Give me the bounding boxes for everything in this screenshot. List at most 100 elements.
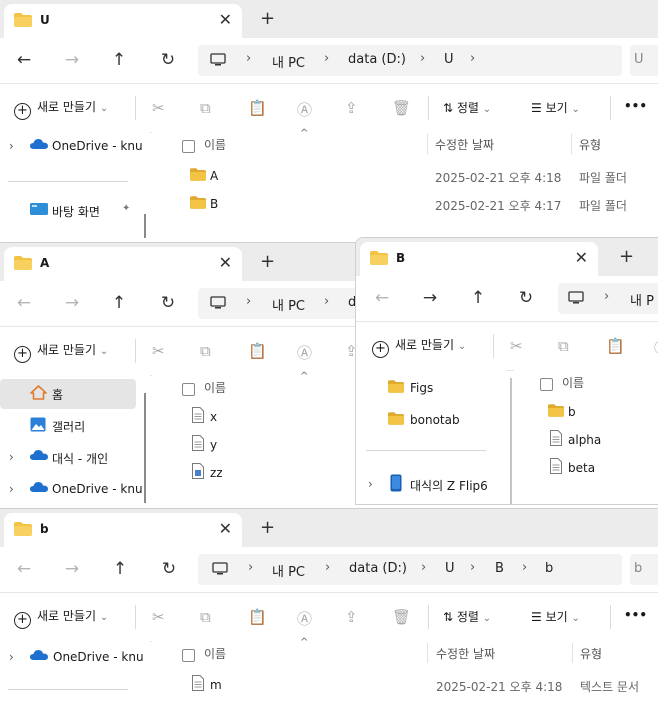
share-icon[interactable]: ⇪ bbox=[345, 608, 358, 626]
view-button[interactable]: ☰ 보기 ⌄ bbox=[531, 99, 580, 116]
column-header-type[interactable]: 유형 bbox=[580, 645, 602, 662]
table-row[interactable]: x bbox=[152, 403, 352, 431]
cut-icon[interactable]: ✂ bbox=[152, 99, 165, 117]
forward-button[interactable]: → bbox=[60, 557, 84, 581]
up-button[interactable]: ↑ bbox=[466, 286, 490, 310]
rename-icon[interactable]: Ⓐ bbox=[654, 337, 658, 358]
column-header-name[interactable]: 이름 bbox=[562, 374, 584, 391]
breadcrumb-this-pc[interactable]: 내 P bbox=[630, 290, 654, 309]
column-divider[interactable] bbox=[571, 134, 572, 154]
sidebar-item-personal-onedrive[interactable]: › 대식 - 개인 bbox=[0, 443, 150, 473]
new-tab-button[interactable]: + bbox=[260, 517, 275, 538]
cut-icon[interactable]: ✂ bbox=[152, 608, 165, 626]
back-button[interactable]: ← bbox=[370, 286, 394, 310]
paste-icon[interactable]: 📋 bbox=[248, 608, 267, 626]
breadcrumb-chevron[interactable]: › bbox=[421, 560, 426, 575]
breadcrumb-b-sub[interactable]: b bbox=[545, 561, 553, 576]
address-bar[interactable]: › 내 PC › d bbox=[198, 288, 360, 319]
breadcrumb-chevron[interactable]: › bbox=[246, 294, 251, 309]
breadcrumb-chevron[interactable]: › bbox=[324, 294, 329, 309]
column-header-name[interactable]: 이름 bbox=[204, 379, 226, 396]
copy-icon[interactable]: ⧉ bbox=[558, 337, 569, 355]
select-all-checkbox[interactable] bbox=[540, 378, 553, 391]
column-divider[interactable] bbox=[427, 134, 428, 154]
cut-icon[interactable]: ✂ bbox=[152, 342, 165, 360]
breadcrumb-this-pc[interactable]: 내 PC bbox=[272, 52, 305, 71]
column-header-name[interactable]: 이름 bbox=[204, 645, 226, 662]
new-button[interactable]: + 새로 만들기 ⌄ bbox=[14, 607, 108, 629]
sidebar-item-gallery[interactable]: 갤러리 bbox=[0, 411, 136, 441]
sidebar-item-phone[interactable]: › 대식의 Z Flip6 bbox=[356, 470, 506, 500]
up-button[interactable]: ↑ bbox=[107, 291, 131, 315]
search-input[interactable]: U bbox=[630, 45, 658, 76]
expand-chevron-icon[interactable]: › bbox=[9, 650, 14, 664]
delete-icon[interactable]: 🗑 bbox=[392, 608, 411, 626]
rename-icon[interactable]: Ⓐ bbox=[297, 342, 312, 363]
paste-icon[interactable]: 📋 bbox=[606, 337, 625, 355]
table-row[interactable]: beta bbox=[514, 454, 658, 482]
scrollbar[interactable] bbox=[144, 393, 146, 503]
tab-u[interactable]: U ✕ bbox=[4, 4, 242, 38]
table-row[interactable]: A 2025-02-21 오후 4:18 파일 폴더 bbox=[152, 162, 658, 190]
table-row[interactable]: m 2025-02-21 오후 4:18 텍스트 문서 bbox=[152, 671, 658, 699]
breadcrumb-chevron[interactable]: › bbox=[604, 289, 609, 304]
new-tab-button[interactable]: + bbox=[619, 246, 634, 267]
scrollbar[interactable] bbox=[510, 378, 512, 504]
breadcrumb-chevron[interactable]: › bbox=[420, 51, 425, 66]
cut-icon[interactable]: ✂ bbox=[510, 337, 523, 355]
expand-chevron-icon[interactable]: › bbox=[368, 477, 373, 491]
table-row[interactable]: y bbox=[152, 431, 352, 459]
paste-icon[interactable]: 📋 bbox=[248, 342, 267, 360]
refresh-button[interactable]: ↻ bbox=[514, 286, 538, 310]
rename-icon[interactable]: Ⓐ bbox=[297, 99, 312, 120]
share-icon[interactable]: ⇪ bbox=[345, 99, 358, 117]
breadcrumb-this-pc[interactable]: 내 PC bbox=[272, 561, 305, 580]
column-divider[interactable] bbox=[427, 643, 428, 663]
select-all-checkbox[interactable] bbox=[182, 383, 195, 396]
breadcrumb-chevron[interactable]: › bbox=[522, 560, 527, 575]
column-header-name[interactable]: 이름 bbox=[204, 136, 226, 153]
view-button[interactable]: ☰ 보기 ⌄ bbox=[531, 608, 580, 625]
tab-a[interactable]: A ✕ bbox=[4, 247, 242, 281]
breadcrumb-this-pc[interactable]: 내 PC bbox=[272, 295, 305, 314]
sidebar-item-bonotab[interactable]: bonotab bbox=[356, 406, 506, 436]
copy-icon[interactable]: ⧉ bbox=[200, 608, 211, 626]
sidebar-item-onedrive[interactable]: › OneDrive - knu bbox=[0, 132, 150, 162]
refresh-button[interactable]: ↻ bbox=[156, 48, 180, 72]
more-options-button[interactable]: ••• bbox=[624, 99, 647, 113]
close-tab-button[interactable]: ✕ bbox=[575, 248, 588, 267]
copy-icon[interactable]: ⧉ bbox=[200, 99, 211, 117]
sidebar-item-figs[interactable]: Figs bbox=[356, 374, 506, 404]
close-tab-button[interactable]: ✕ bbox=[219, 519, 232, 538]
sidebar-item-desktop[interactable]: 바탕 화면 ✦ bbox=[0, 196, 150, 226]
forward-button[interactable]: → bbox=[418, 286, 442, 310]
breadcrumb-drive-d[interactable]: data (D:) bbox=[348, 52, 406, 67]
column-header-type[interactable]: 유형 bbox=[579, 136, 601, 153]
tab-b-sub[interactable]: b ✕ bbox=[4, 513, 242, 547]
breadcrumb-chevron[interactable]: › bbox=[325, 560, 330, 575]
breadcrumb-u[interactable]: U bbox=[444, 52, 454, 67]
breadcrumb-u[interactable]: U bbox=[445, 561, 455, 576]
breadcrumb-chevron[interactable]: › bbox=[248, 560, 253, 575]
address-bar[interactable]: › 내 P bbox=[558, 283, 658, 314]
address-bar[interactable]: › 내 PC › data (D:) › U › bbox=[198, 45, 622, 76]
up-button[interactable]: ↑ bbox=[108, 557, 132, 581]
delete-icon[interactable]: 🗑 bbox=[392, 99, 411, 117]
breadcrumb-chevron[interactable]: › bbox=[246, 51, 251, 66]
back-button[interactable]: ← bbox=[12, 291, 36, 315]
copy-icon[interactable]: ⧉ bbox=[200, 342, 211, 360]
column-header-date[interactable]: 수정한 날짜 bbox=[435, 136, 494, 153]
back-button[interactable]: ← bbox=[12, 557, 36, 581]
expand-chevron-icon[interactable]: › bbox=[9, 450, 14, 464]
close-tab-button[interactable]: ✕ bbox=[219, 10, 232, 29]
column-header-date[interactable]: 수정한 날짜 bbox=[436, 645, 495, 662]
refresh-button[interactable]: ↻ bbox=[157, 557, 181, 581]
forward-button[interactable]: → bbox=[60, 48, 84, 72]
breadcrumb-chevron[interactable]: › bbox=[324, 51, 329, 66]
expand-chevron-icon[interactable]: › bbox=[9, 139, 14, 153]
address-bar[interactable]: › 내 PC › data (D:) › U › B › b bbox=[198, 554, 622, 585]
breadcrumb-b[interactable]: B bbox=[495, 561, 504, 576]
sort-button[interactable]: ⇅ 정렬 ⌄ bbox=[443, 608, 491, 625]
more-options-button[interactable]: ••• bbox=[624, 608, 647, 622]
back-button[interactable]: ← bbox=[12, 48, 36, 72]
